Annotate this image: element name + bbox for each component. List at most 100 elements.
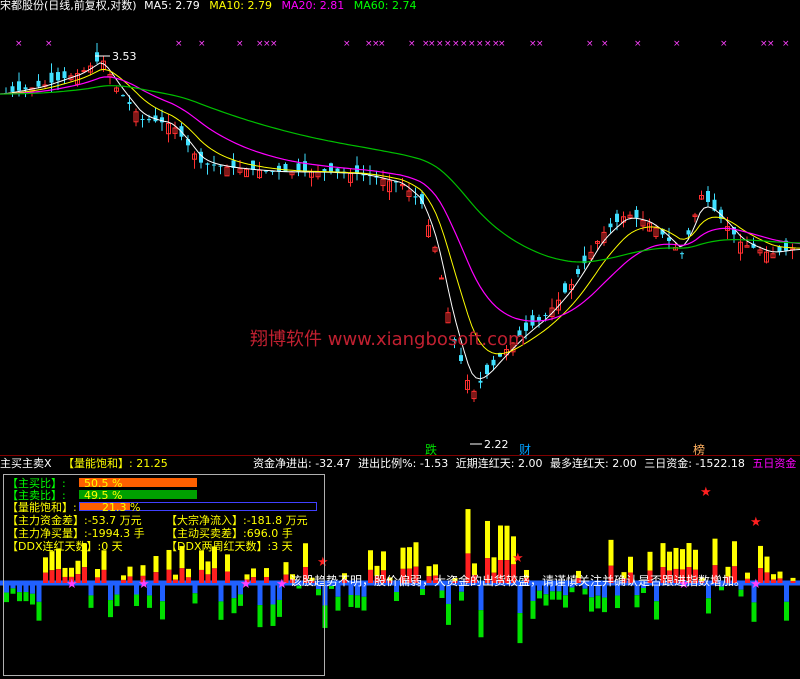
flow-bar-down: [530, 600, 536, 619]
net-diff-value: :-53.7 万元: [84, 514, 142, 527]
flow-bar-up: [660, 543, 666, 568]
cross-marker: ×: [720, 39, 728, 49]
cross-marker: ×: [408, 39, 416, 49]
high-price-label: 3.53: [112, 50, 137, 63]
ddx-two-week-label: 【DDX两周红天数】: [166, 540, 268, 553]
bang-marker: 榜: [693, 442, 705, 456]
cross-marker: ×: [428, 39, 436, 49]
candle-body: [36, 80, 41, 87]
net-diff-label: 【主力资金差】: [7, 514, 84, 527]
flow-bar-up: [712, 538, 718, 566]
cross-marker: ×: [198, 39, 206, 49]
candle-body: [615, 213, 619, 222]
candle-body: [485, 364, 489, 374]
flow-bar-up: [764, 556, 770, 573]
cross-marker: ×: [45, 39, 53, 49]
five-day-funds: 五日资金: [752, 457, 797, 470]
block-inflow-label: 【大宗净流入】: [166, 514, 243, 527]
cross-marker: ×: [444, 39, 452, 49]
flow-bar-up: [680, 549, 685, 570]
flow-bar-up: [381, 551, 386, 571]
flow-bar-up: [758, 545, 763, 569]
flow-bar-up: [368, 550, 373, 570]
candle-body: [147, 119, 151, 121]
candle-body: [10, 86, 15, 92]
candle-body: [706, 191, 710, 202]
candle-body: [478, 380, 483, 383]
flow-bar-up: [771, 579, 776, 583]
signal-star: ★: [750, 577, 762, 592]
indicator-name: 主买主卖X: [0, 457, 52, 470]
flow-bar-down: [784, 583, 789, 602]
flow-bar-down: [348, 594, 354, 607]
info-panel: 【主买比】: 50.5 % 【主卖比】: 49.5 % 【量能饱和】: 21.3…: [3, 474, 325, 676]
flow-bar-up: [764, 572, 770, 583]
candle-body: [576, 269, 580, 274]
ma60-indicator: MA60: 2.74: [353, 0, 417, 12]
flow-bar-down: [543, 594, 549, 606]
candle-body: [537, 316, 541, 321]
flow-bar-down: [355, 595, 360, 608]
flow-bar-up: [790, 580, 796, 583]
flow-bar-down: [556, 591, 562, 600]
saturation-label: 【量能饱和】:: [63, 457, 133, 470]
candlestick-chart[interactable]: × × × × × × × × × × ×× × ×× × × × × × × × ×× × × × × × × × × × × 3.53 …: [0, 14, 800, 456]
flow-bar-up: [504, 525, 510, 561]
candle-body: [491, 359, 496, 366]
flow-bar-up: [400, 547, 406, 569]
flow-bar-up: [485, 520, 490, 559]
candle-body: [95, 52, 99, 62]
candle-body: [439, 277, 444, 280]
candle-body: [530, 315, 535, 326]
cross-marker: ×: [601, 39, 609, 49]
cross-marker: ×: [15, 39, 23, 49]
recent-red-days: 近期连红天: 2.00: [455, 457, 543, 470]
flow-bar-down: [478, 610, 484, 638]
three-day-funds: 三日资金: -1522.18: [644, 457, 745, 470]
cross-marker: ×: [673, 39, 681, 49]
ddx-two-week-value: :3 天: [267, 540, 293, 553]
candle-body: [329, 163, 333, 173]
candle-body: [17, 81, 21, 91]
signal-star: ★: [750, 515, 762, 530]
capital-flow: 资金净进出: -32.47: [253, 457, 351, 470]
candle-body: [543, 315, 548, 317]
cross-marker: ×: [484, 39, 492, 49]
cross-marker: ×: [175, 39, 183, 49]
net-buy-vol-label: 【主力净买量】: [7, 527, 84, 540]
flow-bar-up: [608, 539, 614, 566]
cross-marker: ×: [460, 39, 468, 49]
low-price-label: 2.22: [484, 438, 509, 451]
flow-bar-down: [459, 591, 464, 601]
candle-body: [62, 71, 67, 79]
candle-body: [634, 209, 639, 218]
flow-bar-down: [569, 587, 575, 593]
in-out-ratio: 进出比例%: -1.53: [358, 457, 449, 470]
cross-marker: ×: [343, 39, 351, 49]
ma20-line: [0, 76, 800, 322]
flow-bar-up: [667, 551, 672, 571]
flow-bar-up: [686, 543, 692, 568]
flow-bar-up: [790, 577, 796, 581]
flow-bar-down: [439, 590, 445, 598]
indicator-header: 主买主卖X 【量能饱和】: 21.25: [0, 458, 168, 472]
flow-bar-down: [634, 595, 640, 608]
flow-bar-down: [361, 596, 367, 611]
ma5-indicator: MA5: 2.79: [144, 0, 200, 12]
flow-bar-up: [647, 551, 653, 571]
flow-bar-down: [335, 596, 341, 611]
flow-bar-down: [589, 597, 594, 612]
flow-bar-up: [673, 547, 679, 569]
signal-star: ★: [512, 551, 524, 566]
active-diff-value: :696.0 手: [243, 527, 293, 540]
cross-marker: ×: [270, 39, 278, 49]
ma20-indicator: MA20: 2.81: [281, 0, 345, 12]
ddx-value: :0 天: [97, 540, 123, 553]
saturation-panel-label: 【量能饱和】:: [7, 501, 77, 514]
ddx-label: 【DDX连红天数】: [7, 540, 98, 553]
cross-marker: ×: [452, 39, 460, 49]
active-diff-label: 【主动买卖差】: [166, 527, 243, 540]
block-inflow-value: :-181.8 万元: [243, 514, 308, 527]
flow-bar-up: [498, 525, 503, 560]
ma10-indicator: MA10: 2.79: [209, 0, 273, 12]
